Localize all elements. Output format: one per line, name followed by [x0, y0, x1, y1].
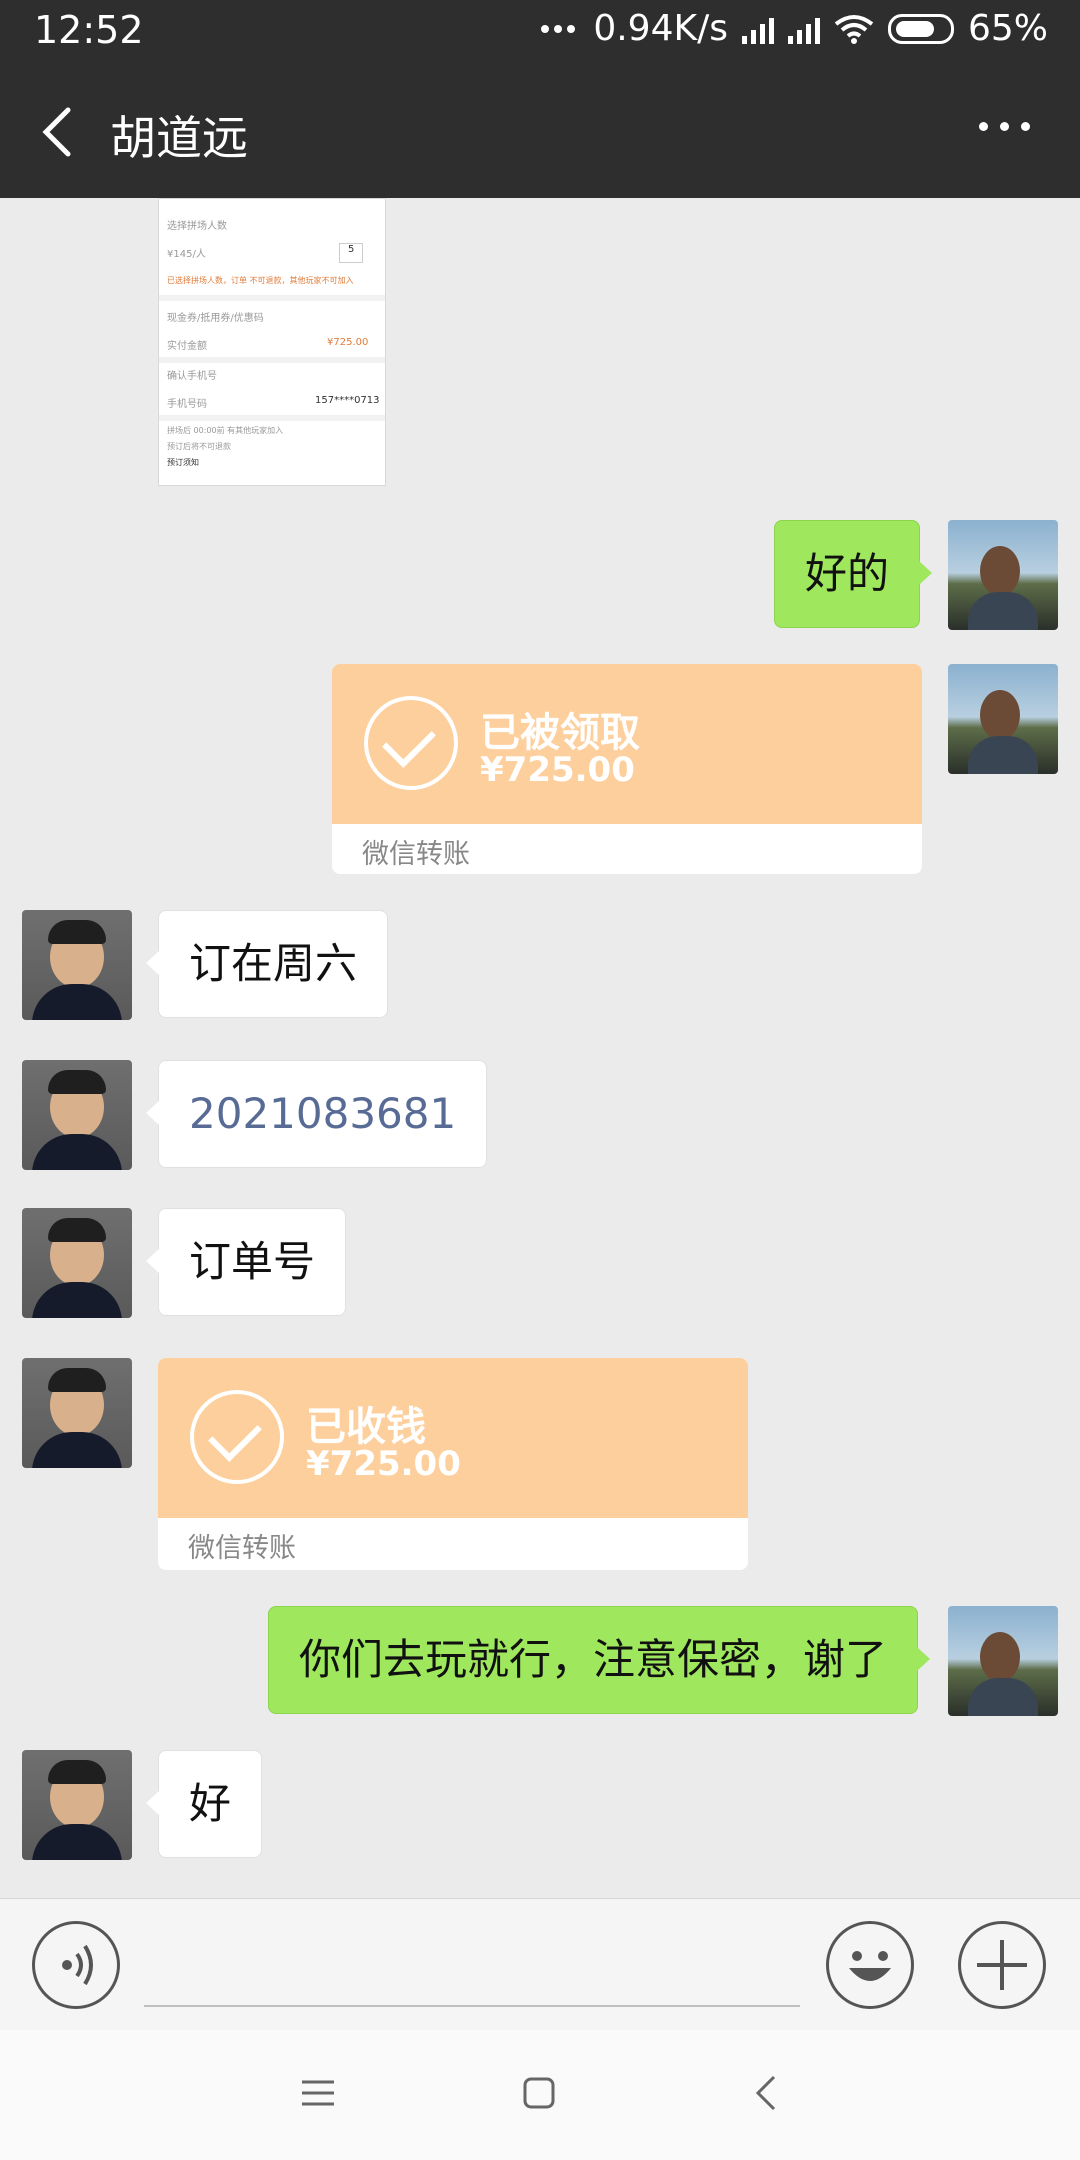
menu-icon[interactable]	[300, 2078, 336, 2108]
status-time: 12:52	[34, 8, 144, 52]
signal-icon	[741, 14, 774, 44]
voice-icon[interactable]	[32, 1921, 120, 2009]
avatar[interactable]	[22, 1060, 132, 1170]
transfer-amount: ¥725.00	[480, 750, 635, 790]
input-bar	[0, 1898, 1080, 2030]
order-number-link[interactable]: 2021083681	[145, 1060, 488, 1168]
network-speed: 0.94K/s	[593, 8, 728, 49]
back-icon[interactable]	[754, 2074, 778, 2112]
transfer-amount: ¥725.00	[306, 1444, 461, 1484]
thumb-line: 157****0713	[315, 395, 380, 406]
battery-icon	[887, 13, 954, 44]
transfer-card[interactable]: 已收钱 ¥725.00 微信转账	[158, 1358, 748, 1570]
avatar[interactable]	[948, 1606, 1058, 1716]
message-bubble[interactable]: 订在周六	[145, 910, 389, 1018]
signal-2-icon	[787, 14, 820, 44]
message-input[interactable]	[144, 2005, 800, 2007]
contact-name: 胡道远	[110, 111, 248, 165]
battery-percent: 65%	[967, 8, 1048, 49]
wifi-icon	[834, 14, 874, 44]
message-bubble[interactable]: 你们去玩就行，注意保密，谢了	[268, 1606, 931, 1714]
thumb-line: ¥725.00	[327, 337, 369, 348]
thumb-line: 确认手机号	[167, 371, 217, 382]
status-icons: 0.94K/s 65%	[541, 8, 1048, 49]
avatar[interactable]	[22, 1208, 132, 1318]
avatar[interactable]	[22, 1358, 132, 1468]
thumb-line: 已选择拼场人数，订单 不可退款，其他玩家不可加入	[167, 276, 354, 285]
transfer-card[interactable]: 已被领取 ¥725.00 微信转账	[332, 664, 922, 874]
avatar[interactable]	[22, 910, 132, 1020]
more-dots-icon[interactable]	[979, 122, 1030, 131]
screenshot-image[interactable]: 选择拼场人数 ¥145/人 5 已选择拼场人数，订单 不可退款，其他玩家不可加入…	[158, 198, 386, 486]
message-bubble[interactable]: 订单号	[145, 1208, 347, 1316]
plus-icon[interactable]	[958, 1921, 1046, 2009]
thumb-line: 预订须知	[167, 458, 199, 467]
avatar[interactable]	[22, 1750, 132, 1860]
message-bubble[interactable]: 好	[145, 1750, 263, 1858]
thumb-line: 选择拼场人数	[167, 221, 227, 232]
thumb-line: 5	[339, 243, 363, 263]
chat-header: 胡道远	[0, 66, 1080, 198]
check-circle-icon	[190, 1390, 284, 1484]
transfer-label: 微信转账	[188, 1533, 296, 1564]
thumb-line: 现金券/抵用券/优惠码	[167, 313, 264, 324]
system-nav-bar	[0, 2030, 1080, 2160]
avatar[interactable]	[948, 664, 1058, 774]
back-arrow-icon[interactable]	[34, 104, 86, 160]
check-circle-icon	[364, 696, 458, 790]
transfer-label: 微信转账	[362, 839, 470, 870]
thumb-line: 拼场后 00:00前 有其他玩家加入	[167, 426, 284, 435]
message-bubble[interactable]: 好的	[774, 520, 933, 628]
avatar[interactable]	[948, 520, 1058, 630]
more-notifications-icon	[541, 24, 576, 33]
chat-messages[interactable]: 选择拼场人数 ¥145/人 5 已选择拼场人数，订单 不可退款，其他玩家不可加入…	[0, 198, 1080, 1898]
thumb-line: 预订后将不可退款	[167, 442, 231, 451]
home-icon[interactable]	[522, 2076, 556, 2110]
emoji-icon[interactable]	[826, 1921, 914, 2009]
status-bar: 12:52 0.94K/s 65%	[0, 0, 1080, 66]
